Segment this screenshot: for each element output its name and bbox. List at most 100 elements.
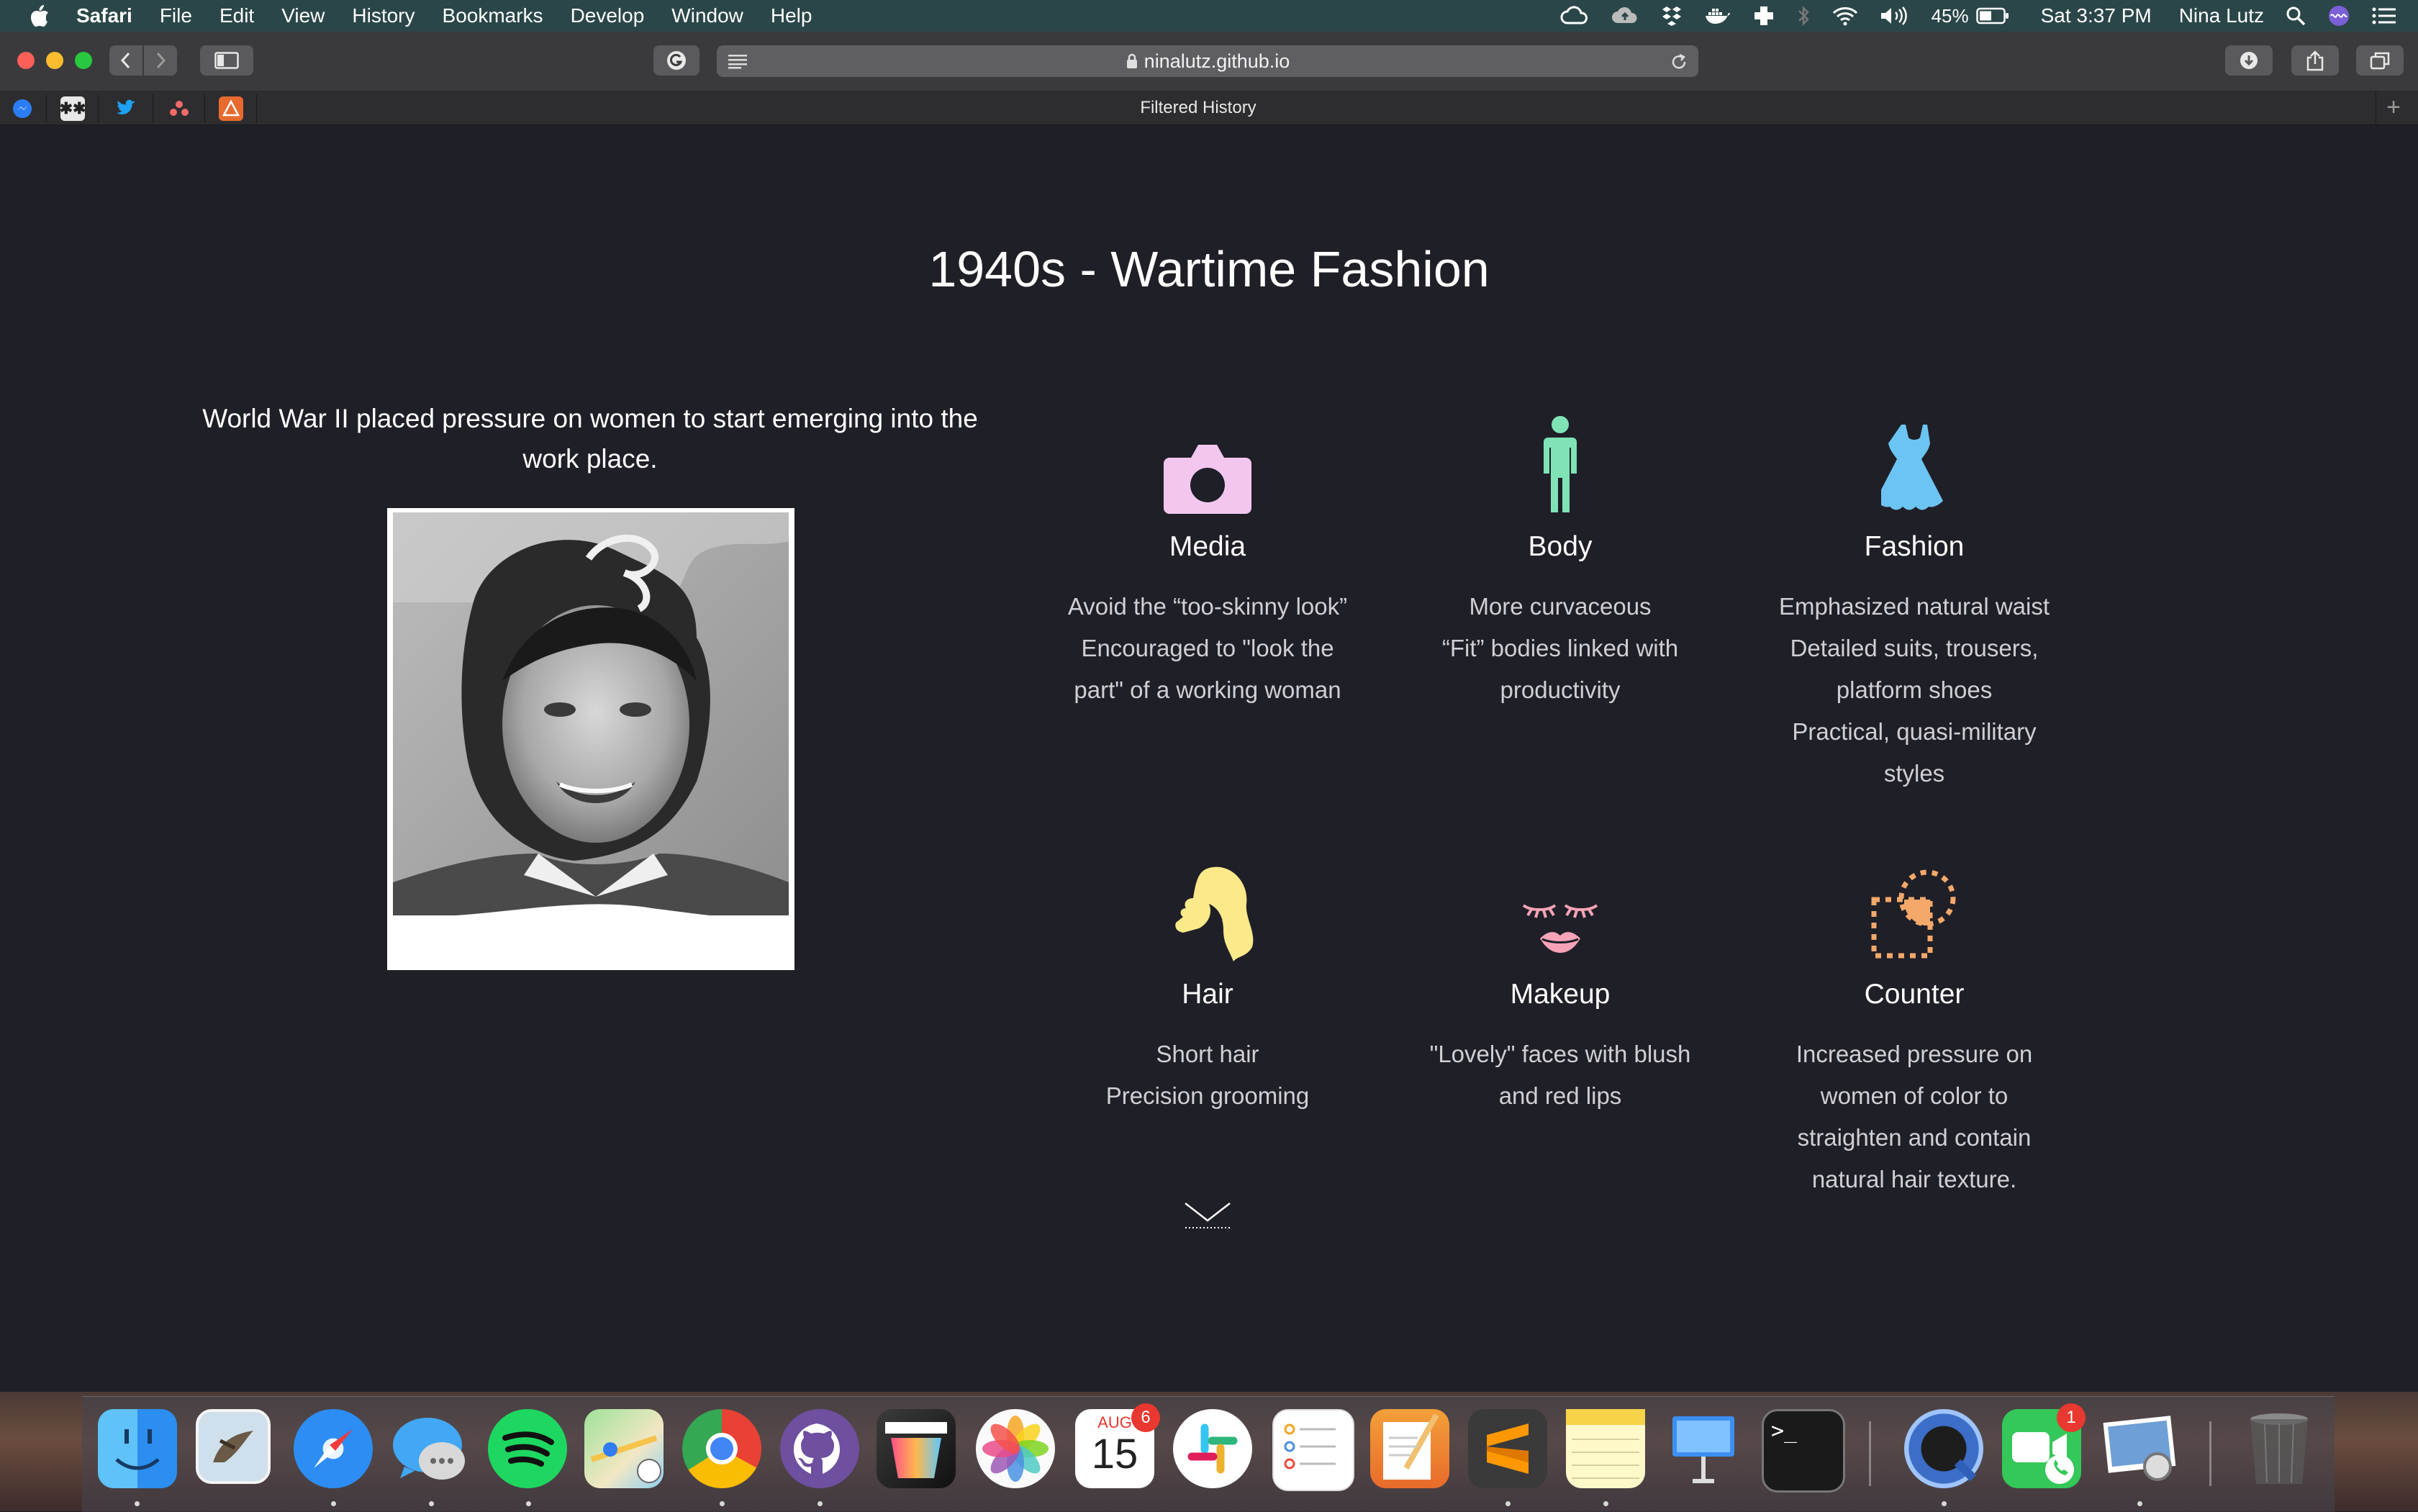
card-description: Avoid the “too-skinny look” Encouraged t…: [1067, 593, 1348, 703]
new-tab-button[interactable]: +: [2376, 91, 2411, 125]
bluetooth-icon[interactable]: [1796, 5, 1811, 27]
battery-icon[interactable]: [1975, 7, 2009, 24]
card-media: Media Avoid the “too-skinny look” Encour…: [1049, 399, 1366, 711]
terminal-prompt: >_: [1771, 1418, 1798, 1444]
window-close-button[interactable]: [17, 52, 35, 69]
dock-pages-icon[interactable]: [1370, 1409, 1449, 1488]
dress-icon: [1881, 425, 1943, 510]
share-button[interactable]: [2291, 45, 2339, 76]
user-name[interactable]: Nina Lutz: [2179, 4, 2264, 27]
menu-window[interactable]: Window: [671, 4, 743, 27]
card-description: More curvaceous “Fit” bodies linked with…: [1441, 593, 1679, 703]
card-description: Emphasized natural waist Detailed suits,…: [1778, 593, 2050, 787]
dock-final-cut-icon[interactable]: [877, 1409, 956, 1488]
portrait-image: [393, 512, 789, 970]
dock-terminal-icon[interactable]: >_: [1762, 1409, 1845, 1493]
grammarly-button[interactable]: [653, 45, 699, 76]
forward-button[interactable]: [144, 45, 177, 76]
menu-develop[interactable]: Develop: [571, 4, 645, 27]
menu-history[interactable]: History: [352, 4, 415, 27]
window-minimize-button[interactable]: [46, 52, 63, 69]
menu-safari[interactable]: Safari: [76, 4, 132, 27]
volume-icon[interactable]: [1880, 6, 1910, 26]
menu-bar: Safari File Edit View History Bookmarks …: [0, 0, 2418, 32]
card-label: Makeup: [1510, 979, 1611, 1010]
chevron-right-icon: [156, 52, 166, 69]
plus-app-icon[interactable]: [1753, 5, 1775, 27]
dock-preview-icon[interactable]: [2100, 1409, 2179, 1488]
creative-cloud-icon[interactable]: [1560, 6, 1589, 26]
vintage-photo: [387, 508, 794, 970]
active-tab-title[interactable]: Filtered History: [0, 91, 2396, 125]
dock-messages-icon[interactable]: [390, 1409, 469, 1488]
card-label: Media: [1169, 531, 1246, 562]
card-body: Body More curvaceous “Fit” bodies linked…: [1402, 399, 1719, 711]
sidebar-button[interactable]: [200, 45, 253, 76]
cloud-upload-icon[interactable]: [1611, 6, 1639, 26]
battery-percent: 45%: [1931, 4, 1969, 27]
docker-icon[interactable]: [1704, 6, 1731, 26]
card-makeup: Makeup "Lovely" faces with blush and red…: [1402, 846, 1719, 1117]
card-description: "Lovely" faces with blush and red lips: [1429, 1041, 1691, 1109]
downloads-button[interactable]: [2225, 45, 2273, 76]
siri-icon[interactable]: [2327, 4, 2350, 27]
dock-maps-icon[interactable]: [584, 1409, 664, 1488]
dock-reminders-icon[interactable]: [1272, 1409, 1354, 1491]
web-page: 1940s - Wartime Fashion World War II pla…: [0, 125, 2418, 1392]
tabs-icon: [2370, 52, 2390, 70]
share-icon: [2306, 50, 2324, 71]
intro-text: World War II placed pressure on women to…: [202, 404, 978, 474]
dock-spotify-icon[interactable]: [488, 1409, 567, 1488]
dock-safari-icon[interactable]: [294, 1409, 373, 1488]
menu-edit[interactable]: Edit: [219, 4, 254, 27]
facetime-badge: 1: [2057, 1403, 2086, 1432]
address-bar[interactable]: ninalutz.github.io: [717, 45, 1698, 77]
tabs-overview-button[interactable]: [2356, 45, 2404, 76]
lips-icon: [1522, 904, 1598, 953]
dock-chrome-icon[interactable]: [682, 1409, 761, 1488]
dock-mail-icon[interactable]: [196, 1409, 271, 1484]
card-label: Counter: [1864, 979, 1965, 1010]
menu-help[interactable]: Help: [771, 4, 812, 27]
counter-icon: [1871, 869, 1956, 959]
menu-items: Safari File Edit View History Bookmarks …: [76, 4, 839, 27]
dock-photos-icon[interactable]: [976, 1409, 1055, 1488]
spotlight-search-icon[interactable]: [2286, 6, 2306, 26]
menu-bookmarks[interactable]: Bookmarks: [443, 4, 543, 27]
camera-icon: [1164, 445, 1251, 514]
wifi-icon[interactable]: [1832, 6, 1858, 26]
dock-slack-icon[interactable]: [1173, 1409, 1252, 1488]
scroll-down-chevron-icon[interactable]: [1182, 1198, 1233, 1233]
grammarly-icon: [667, 51, 686, 70]
card-counter: Counter Increased pressure on women of c…: [1756, 846, 2073, 1200]
back-button[interactable]: [109, 45, 142, 76]
dock-sublime-text-icon[interactable]: [1468, 1409, 1547, 1488]
calendar-day: 15: [1091, 1431, 1138, 1477]
dock-github-icon[interactable]: [780, 1409, 859, 1488]
dock-quicktime-icon[interactable]: [1904, 1409, 1983, 1488]
browser-toolbar: ninalutz.github.io: [0, 32, 2418, 91]
person-icon: [1544, 416, 1577, 512]
card-label: Body: [1528, 531, 1593, 562]
apple-menu-icon[interactable]: [29, 4, 50, 28]
menu-view[interactable]: View: [281, 4, 325, 27]
notification-center-icon[interactable]: [2372, 6, 2396, 26]
dock-notes-icon[interactable]: [1566, 1409, 1645, 1488]
window-zoom-button[interactable]: [75, 52, 92, 69]
chevron-left-icon: [120, 52, 130, 69]
clock[interactable]: Sat 3:37 PM: [2041, 4, 2152, 27]
status-area: 45% Sat 3:37 PM Nina Lutz: [1539, 0, 2396, 32]
download-icon: [2240, 52, 2258, 69]
dock-trash-icon[interactable]: [2240, 1409, 2319, 1488]
reader-icon[interactable]: [727, 53, 748, 69]
dock-keynote-icon[interactable]: [1664, 1409, 1743, 1488]
card-label: Fashion: [1864, 531, 1965, 562]
lock-icon: [1126, 53, 1137, 68]
tab-bar: ✱✱ Filtered History +: [0, 91, 2418, 126]
reload-icon[interactable]: [1670, 53, 1688, 71]
dock-finder-icon[interactable]: [98, 1409, 177, 1488]
page-title: 1940s - Wartime Fashion: [928, 241, 1490, 297]
menu-file[interactable]: File: [160, 4, 192, 27]
dropbox-icon[interactable]: [1661, 5, 1683, 27]
calendar-badge: 6: [1131, 1403, 1160, 1432]
